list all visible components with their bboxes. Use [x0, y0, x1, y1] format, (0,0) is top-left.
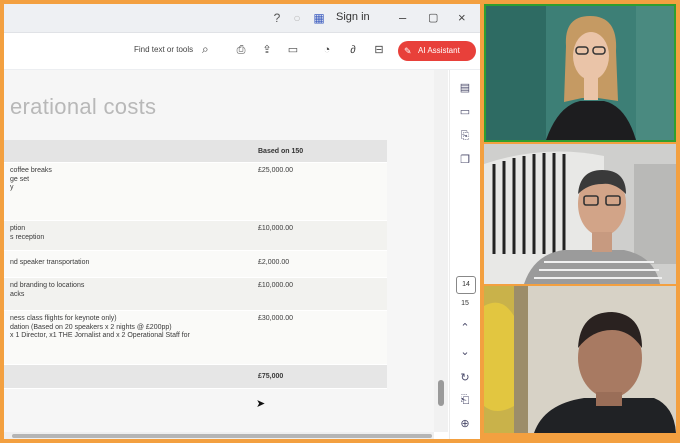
- ai-sparkle-icon: ✎: [404, 46, 412, 56]
- video-tile-participant-3[interactable]: [484, 286, 676, 433]
- row-description: coffee breaks ge set y: [10, 167, 52, 191]
- page-number-input[interactable]: 14: [456, 276, 476, 294]
- sign-in-link[interactable]: Sign in: [336, 11, 370, 23]
- pages-icon[interactable]: ❐: [457, 152, 473, 168]
- table-row: coffee breaks ge set y £25,000.00: [4, 163, 387, 221]
- total-amount: £75,000: [258, 373, 284, 380]
- comment-icon[interactable]: ◔: [320, 43, 334, 57]
- find-text-input[interactable]: Find text or tools: [134, 45, 193, 54]
- row-description: nd branding to locations acks: [10, 282, 85, 298]
- pdf-viewer-window: ? ○ ▦ Sign in – ▢ × Find text or tools ⌕…: [4, 4, 480, 439]
- link-icon[interactable]: ∂: [346, 43, 360, 57]
- row-description: ness class flights for keynote only) dat…: [10, 315, 190, 339]
- costs-table: Based on 150 coffee breaks ge set y £25,…: [4, 140, 387, 389]
- chevron-down-icon[interactable]: ⌄: [457, 344, 473, 360]
- right-tools-panel: ▤ ▭ ⎘ ❐ 14 15 ⌃ ⌄ ↻ ⎗ ⊕: [449, 70, 480, 439]
- header-based-on: Based on 150: [258, 148, 304, 155]
- row-amount: £10,000.00: [258, 282, 294, 289]
- table-header-row: Based on 150: [4, 140, 387, 163]
- share-icon[interactable]: ⊟: [372, 43, 386, 57]
- vertical-scrollbar[interactable]: [434, 70, 448, 432]
- row-amount: £30,000.00: [258, 315, 294, 322]
- export-icon[interactable]: ⎘: [457, 128, 473, 144]
- participant-1-video: [486, 6, 674, 140]
- maximize-icon[interactable]: ▢: [428, 11, 438, 24]
- row-description: ption s reception: [10, 225, 45, 241]
- page-title: erational costs: [10, 94, 157, 119]
- row-amount: £10,000.00: [258, 225, 294, 232]
- minimize-icon[interactable]: –: [399, 10, 406, 25]
- pdf-toolbar: Find text or tools ⌕ ⎙ ⇪ ▭ ◔ ∂ ⊟ ✎ AI As…: [4, 33, 480, 70]
- print-icon[interactable]: ⎙: [234, 43, 248, 57]
- upload-icon[interactable]: ⇪: [260, 43, 274, 57]
- apps-icon[interactable]: ▦: [312, 11, 326, 25]
- row-amount: £25,000.00: [258, 167, 294, 174]
- row-amount: £2,000.00: [258, 259, 290, 266]
- rotate-icon[interactable]: ↻: [457, 370, 473, 386]
- table-row: ness class flights for keynote only) dat…: [4, 311, 387, 365]
- row-description: nd speaker transportation: [10, 259, 90, 266]
- horizontal-scroll-thumb[interactable]: [12, 434, 432, 438]
- chevron-up-icon[interactable]: ⌃: [457, 320, 473, 336]
- table-row: nd branding to locations acks £10,000.00: [4, 278, 387, 311]
- participant-2-video: [484, 144, 676, 284]
- save-icon[interactable]: ▭: [286, 43, 300, 57]
- ai-assistant-label: AI Assistant: [418, 46, 460, 55]
- table-total-row: £75,000: [4, 365, 387, 389]
- zoom-icon[interactable]: ⊕: [457, 416, 473, 432]
- notification-icon[interactable]: ○: [290, 11, 304, 25]
- document-page: erational costs Based on 150 coffee brea…: [4, 70, 434, 432]
- ai-assistant-button[interactable]: ✎ AI Assistant: [398, 41, 476, 61]
- mouse-cursor: ➤: [256, 398, 266, 410]
- video-tile-participant-2[interactable]: [484, 144, 676, 284]
- vertical-scroll-thumb[interactable]: [438, 380, 444, 406]
- participant-3-video: [484, 286, 676, 433]
- search-icon[interactable]: ⌕: [202, 42, 209, 57]
- table-row: ption s reception £10,000.00: [4, 221, 387, 251]
- close-icon[interactable]: ×: [458, 10, 466, 25]
- title-bar: ? ○ ▦ Sign in – ▢ ×: [4, 4, 480, 33]
- help-icon[interactable]: ?: [270, 11, 284, 25]
- video-tile-participant-1[interactable]: [484, 4, 676, 142]
- comment-panel-icon[interactable]: ▭: [457, 104, 473, 120]
- page-total: 15: [461, 300, 469, 307]
- table-row: nd speaker transportation £2,000.00: [4, 251, 387, 278]
- edit-pdf-icon[interactable]: ▤: [457, 80, 473, 96]
- fit-page-icon[interactable]: ⎗: [457, 392, 473, 408]
